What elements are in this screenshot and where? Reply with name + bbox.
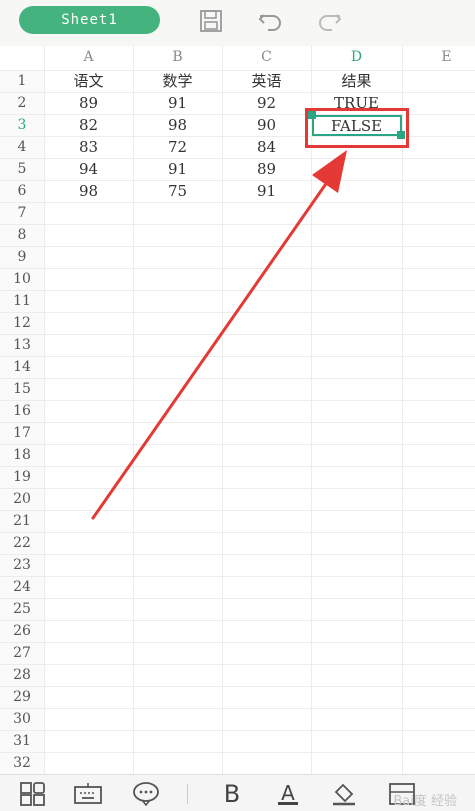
bottom-toolbar: B A Bai度 经验: [0, 774, 475, 811]
watermark: Bai度 经验: [393, 794, 457, 809]
annotation-arrow: [91, 150, 347, 520]
font-color-icon[interactable]: A: [274, 781, 302, 807]
font-color-label: A: [278, 783, 298, 805]
keyboard-icon[interactable]: [74, 781, 102, 807]
toolbar-divider: [187, 784, 188, 804]
fill-color-icon[interactable]: [330, 781, 358, 807]
bold-icon[interactable]: B: [218, 780, 246, 808]
bubble-icon[interactable]: [132, 781, 160, 807]
grid-menu-icon[interactable]: [19, 781, 47, 807]
